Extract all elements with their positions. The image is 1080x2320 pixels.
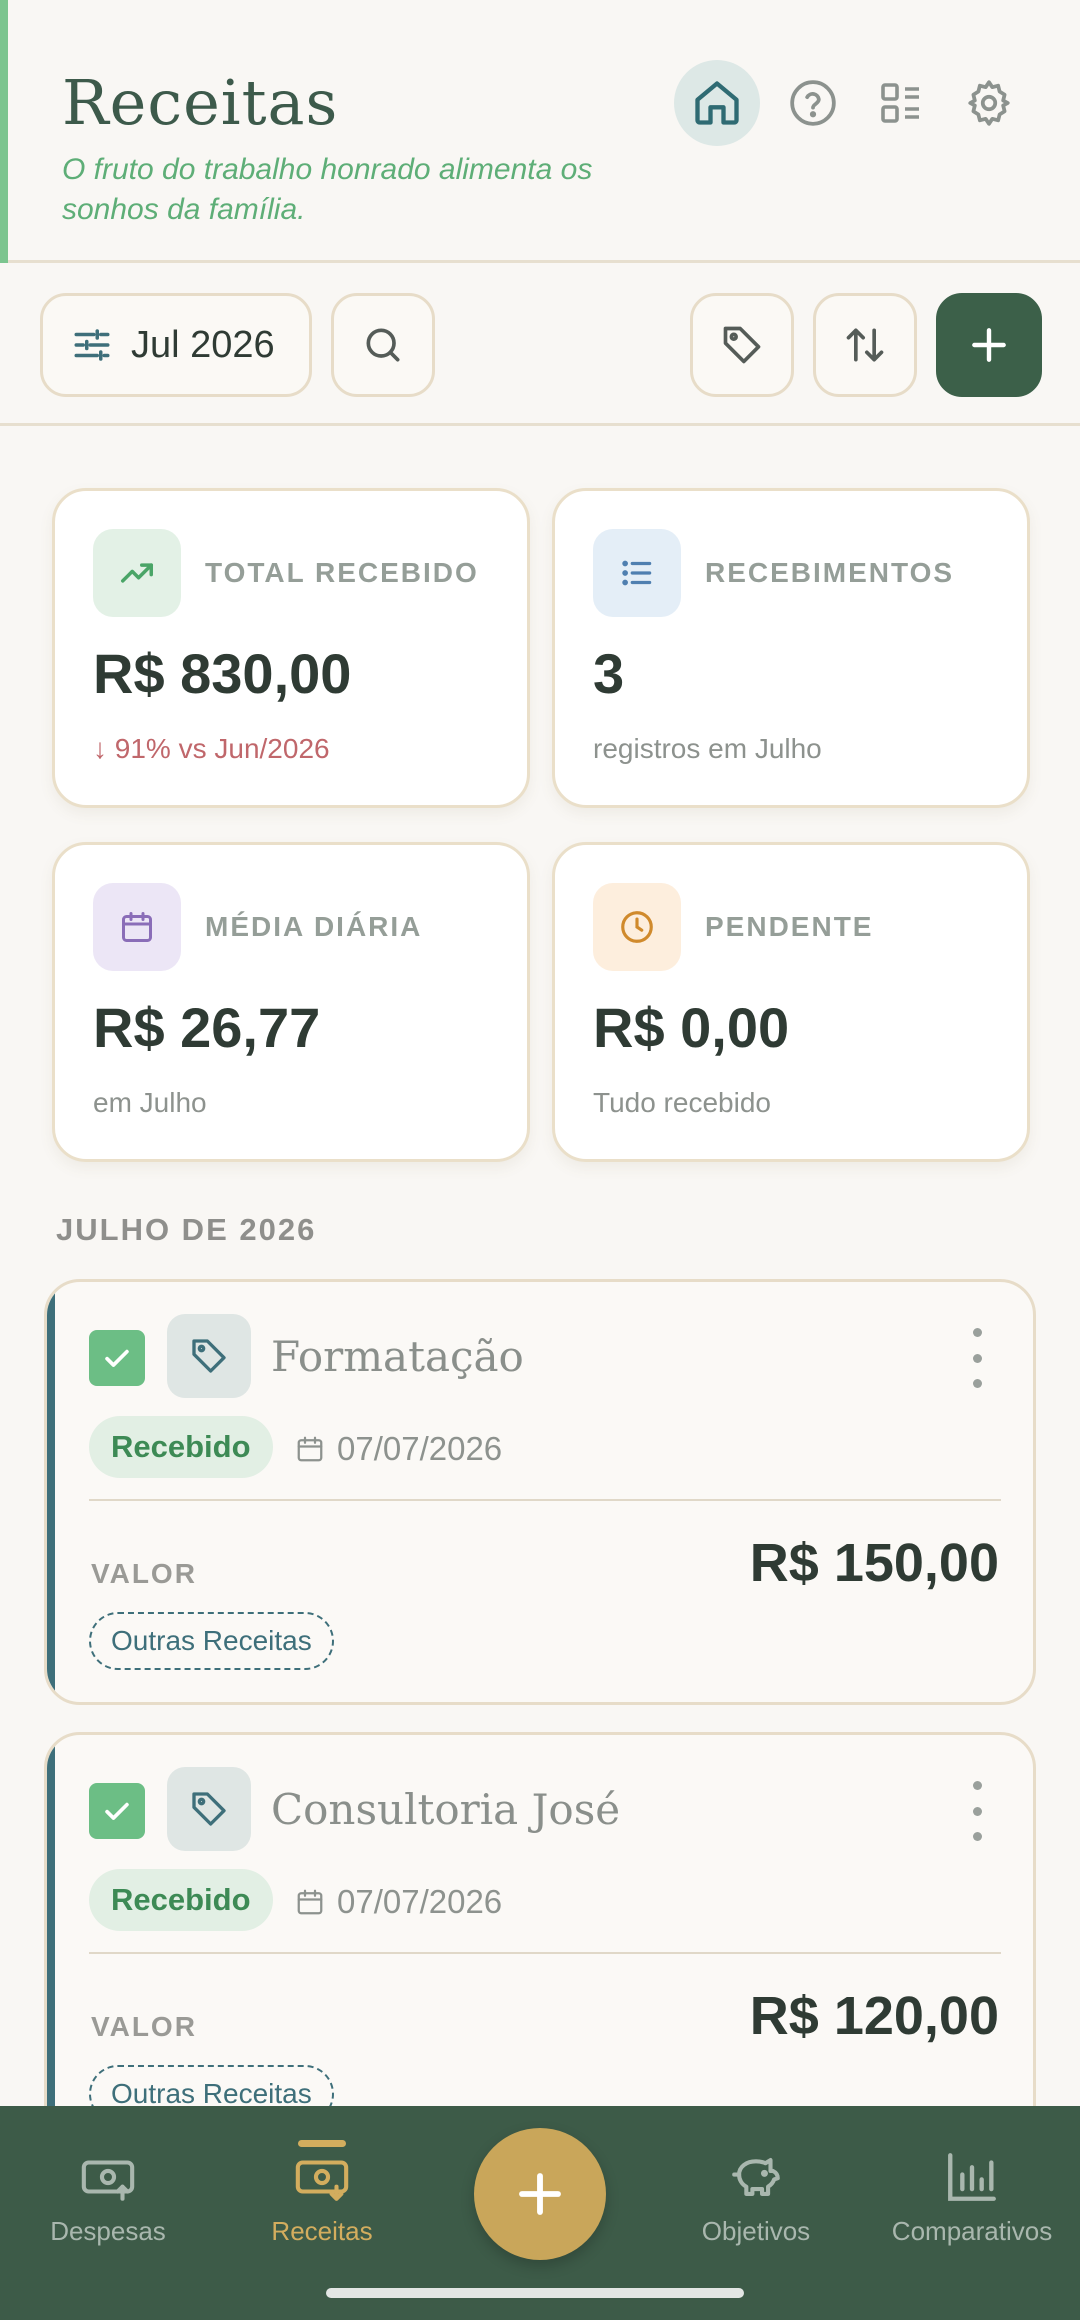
money-in-icon [295, 2160, 349, 2201]
check-icon [105, 1349, 129, 1367]
card-label: TOTAL RECEBIDO [205, 557, 479, 588]
tag-icon [192, 1792, 226, 1826]
active-tab-indicator [298, 2140, 346, 2147]
card-note: em Julho [93, 1087, 207, 1118]
status-badge: Recebido [89, 1416, 273, 1478]
nav-item-objetivos[interactable]: Objetivos [656, 2148, 856, 2247]
plus-icon [519, 2173, 561, 2215]
card-value: R$ 830,00 [93, 642, 352, 705]
sliders-icon [74, 329, 110, 361]
card-value: R$ 26,77 [93, 996, 321, 1059]
layout-button[interactable] [858, 60, 944, 146]
money-out-icon [81, 2160, 135, 2201]
help-icon [790, 80, 836, 126]
sort-button[interactable] [813, 293, 917, 397]
entry-amount: R$ 120,00 [749, 1986, 999, 2046]
nav-item-comparativos[interactable]: Comparativos [872, 2148, 1072, 2247]
search-icon [366, 328, 400, 362]
tag-icon [192, 1339, 226, 1373]
calendar-icon [297, 1436, 323, 1462]
card-note: registros em Julho [593, 733, 822, 764]
nav-label: Comparativos [891, 2216, 1053, 2246]
category-tag-badge [167, 1314, 251, 1398]
entry-date: 07/07/2026 [295, 1883, 502, 1921]
nav-label: Despesas [50, 2216, 166, 2246]
value-label: VALOR [91, 1558, 197, 1589]
card-label: MÉDIA DIÁRIA [205, 911, 423, 942]
category-filter-button[interactable] [690, 293, 794, 397]
more-options-icon[interactable] [967, 1328, 987, 1388]
entry-name: Formatação [271, 1332, 524, 1381]
entry-date-text: 07/07/2026 [337, 1430, 503, 1467]
received-checkbox[interactable] [89, 1783, 145, 1839]
receipts-count-card: RECEBIMENTOS 3 registros em Julho [552, 488, 1030, 808]
income-entry[interactable]: Formatação Recebido 07/07/2026 VALOR R$ … [44, 1279, 1036, 1705]
add-income-button[interactable] [936, 293, 1042, 397]
card-value: 3 [593, 642, 625, 705]
nav-item-despesas[interactable]: Despesas [8, 2148, 208, 2247]
nav-item-receitas[interactable]: Receitas [222, 2140, 422, 2247]
clock-icon [593, 883, 681, 971]
value-label: VALOR [91, 2011, 197, 2042]
pending-card: PENDENTE R$ 0,00 Tudo recebido [552, 842, 1030, 1162]
sort-arrows-icon [846, 328, 884, 362]
card-value: R$ 0,00 [593, 996, 790, 1059]
entry-divider [89, 1952, 1001, 1954]
card-note: Tudo recebido [593, 1087, 771, 1118]
category-chip[interactable]: Outras Receitas [89, 1612, 334, 1670]
piggy-bank-icon [732, 2158, 780, 2196]
help-button[interactable] [770, 60, 856, 146]
total-received-card: TOTAL RECEBIDO R$ 830,00 ↓ 91% vs Jun/20… [52, 488, 530, 808]
month-section-title: JULHO DE 2026 [56, 1212, 317, 1247]
calendar-icon [297, 1889, 323, 1915]
received-checkbox[interactable] [89, 1330, 145, 1386]
card-label: PENDENTE [705, 911, 874, 942]
nav-label: Objetivos [701, 2216, 811, 2246]
list-layout-icon [881, 83, 919, 123]
list-icon [593, 529, 681, 617]
entry-name: Consultoria José [271, 1785, 621, 1834]
entry-accent-bar [47, 1735, 55, 2159]
settings-button[interactable] [946, 60, 1032, 146]
home-icon [695, 81, 739, 125]
home-button[interactable] [674, 60, 760, 146]
card-label: RECEBIMENTOS [705, 557, 955, 588]
entry-divider [89, 1499, 1001, 1501]
gear-icon [968, 80, 1010, 126]
check-icon [105, 1802, 129, 1820]
header-accent-bar [0, 0, 8, 263]
income-entry[interactable]: Consultoria José Recebido 07/07/2026 VAL… [44, 1732, 1036, 2162]
card-note: ↓ 91% vs Jun/2026 [93, 733, 330, 764]
page-header: Receitas O fruto do trabalho honrado ali… [0, 0, 1080, 263]
filter-toolbar: Jul 2026 [0, 266, 1080, 426]
search-button[interactable] [331, 293, 435, 397]
add-transaction-fab[interactable] [474, 2128, 606, 2260]
plus-icon [972, 328, 1006, 362]
page-subtitle: O fruto do trabalho honrado alimenta os … [62, 153, 593, 226]
period-label: Jul 2026 [131, 323, 275, 366]
period-filter-button[interactable]: Jul 2026 [40, 293, 312, 397]
home-indicator[interactable] [326, 2288, 744, 2298]
page-title: Receitas [62, 66, 339, 139]
bar-chart-icon [948, 2153, 996, 2201]
nav-label: Receitas [271, 2216, 373, 2246]
daily-average-card: MÉDIA DIÁRIA R$ 26,77 em Julho [52, 842, 530, 1162]
more-options-icon[interactable] [967, 1781, 987, 1841]
trending-up-icon [93, 529, 181, 617]
entry-accent-bar [47, 1282, 55, 1702]
calendar-icon [93, 883, 181, 971]
category-tag-badge [167, 1767, 251, 1851]
status-badge: Recebido [89, 1869, 273, 1931]
entry-date-text: 07/07/2026 [337, 1883, 503, 1920]
tag-icon [723, 326, 761, 364]
entry-amount: R$ 150,00 [749, 1533, 999, 1593]
entry-date: 07/07/2026 [295, 1430, 502, 1468]
